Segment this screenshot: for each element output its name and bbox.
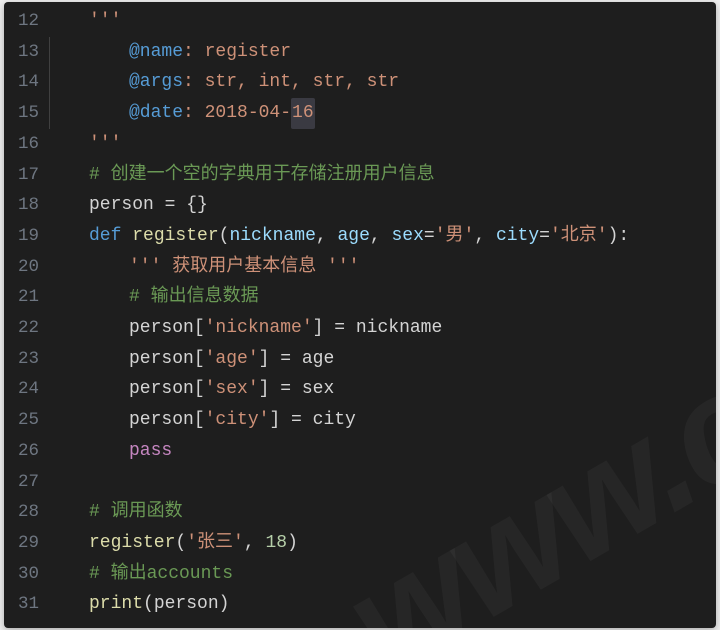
line-number: 14 (4, 67, 39, 98)
line-number: 27 (4, 467, 39, 498)
code-line: person = {} (49, 190, 716, 221)
code-line: ''' (49, 6, 716, 37)
comment: # 输出信息数据 (129, 282, 259, 313)
line-number: 24 (4, 374, 39, 405)
code-line (49, 467, 716, 498)
code-line: person['age'] = age (49, 344, 716, 375)
code-line: # 输出信息数据 (49, 282, 716, 313)
code-line: def register(nickname, age, sex='男', cit… (49, 221, 716, 252)
line-number: 31 (4, 589, 39, 620)
keyword-def: def (89, 221, 132, 252)
doctag-args: @args (129, 67, 183, 98)
code-line: person['sex'] = sex (49, 374, 716, 405)
line-number: 30 (4, 559, 39, 590)
line-number: 16 (4, 129, 39, 160)
comment: # 调用函数 (89, 497, 183, 528)
comment: # 创建一个空的字典用于存储注册用户信息 (89, 160, 435, 191)
code-editor[interactable]: 12 13 14 15 16 17 18 19 20 21 22 23 24 2… (4, 2, 716, 628)
line-number: 19 (4, 221, 39, 252)
line-number: 18 (4, 190, 39, 221)
code-line: print(person) (49, 589, 716, 620)
docstring-quote: ''' (89, 6, 121, 37)
doctag-name: @name (129, 37, 183, 68)
line-number: 28 (4, 497, 39, 528)
keyword-pass: pass (129, 436, 172, 467)
selection-highlight: 16 (291, 98, 315, 129)
code-line: ''' 获取用户基本信息 ''' (49, 252, 716, 283)
code-area[interactable]: ''' @name: register @args: str, int, str… (49, 2, 716, 628)
line-number: 17 (4, 160, 39, 191)
code-line: register('张三', 18) (49, 528, 716, 559)
comment: # 输出accounts (89, 559, 233, 590)
function-name: register (132, 221, 218, 252)
line-gutter: 12 13 14 15 16 17 18 19 20 21 22 23 24 2… (4, 2, 49, 628)
line-number: 23 (4, 344, 39, 375)
code-line: pass (49, 436, 716, 467)
line-number: 22 (4, 313, 39, 344)
code-line: ''' (49, 129, 716, 160)
line-number: 25 (4, 405, 39, 436)
code-line: @args: str, int, str, str (49, 67, 716, 98)
code-line: person['city'] = city (49, 405, 716, 436)
line-number: 13 (4, 37, 39, 68)
function-call: register (89, 528, 175, 559)
code-line: @name: register (49, 37, 716, 68)
line-number: 26 (4, 436, 39, 467)
builtin-print: print (89, 589, 143, 620)
line-number: 29 (4, 528, 39, 559)
code-line: # 创建一个空的字典用于存储注册用户信息 (49, 160, 716, 191)
docstring-quote: ''' (89, 129, 121, 160)
code-line: # 调用函数 (49, 497, 716, 528)
code-line: # 输出accounts (49, 559, 716, 590)
line-number: 12 (4, 6, 39, 37)
code-line: @date: 2018-04-16 (49, 98, 716, 129)
doctag-date: @date (129, 98, 183, 129)
line-number: 21 (4, 282, 39, 313)
code-line: person['nickname'] = nickname (49, 313, 716, 344)
line-number: 20 (4, 252, 39, 283)
line-number: 15 (4, 98, 39, 129)
docstring-text: 获取用户基本信息 (172, 252, 316, 283)
